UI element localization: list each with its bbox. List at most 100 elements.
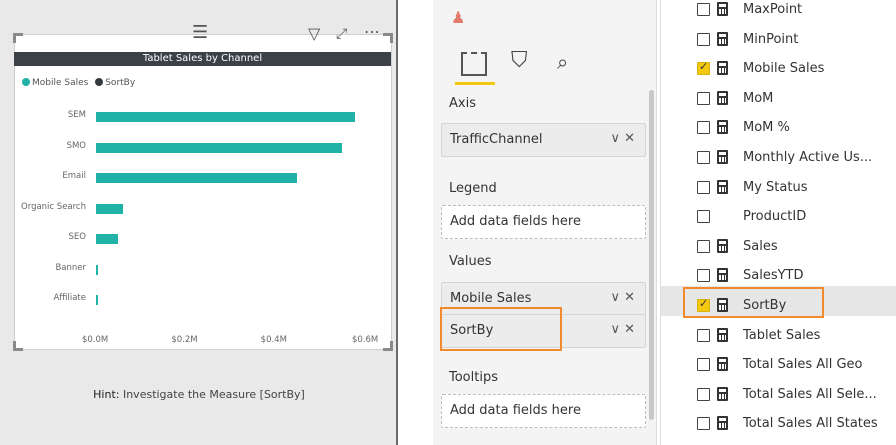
field-name: Total Sales All States <box>743 416 878 432</box>
axis-field-well[interactable]: TrafficChannel ∨ ✕ <box>441 123 646 157</box>
field-row[interactable]: Sales <box>661 233 896 262</box>
field-checkbox[interactable] <box>697 32 710 46</box>
field-checkbox[interactable] <box>697 60 710 76</box>
calculator-icon <box>717 386 728 401</box>
field-checkbox[interactable] <box>697 387 710 401</box>
hint-prefix: Hint: <box>93 388 120 401</box>
field-row[interactable]: My Status <box>661 174 896 203</box>
bar-smo[interactable] <box>96 142 342 153</box>
visualizations-pane: ♟ ⛉ ⌕ Axis TrafficChannel ∨ ✕ Legend Add… <box>433 0 657 445</box>
calculator-icon <box>717 357 728 372</box>
field-row[interactable]: Tablet Sales <box>661 322 896 351</box>
field-checkbox[interactable] <box>697 239 710 253</box>
axis-field-name: TrafficChannel <box>450 132 543 147</box>
category-tick-label: SEO <box>68 232 86 242</box>
calculator-icon <box>717 327 728 342</box>
category-tick-label: Banner <box>55 262 86 273</box>
format-paint-roller-icon[interactable]: ⛉ <box>511 48 528 73</box>
field-name: Tablet Sales <box>743 327 821 343</box>
bar-organic-search[interactable] <box>96 203 123 214</box>
field-name: ProductID <box>743 209 807 225</box>
field-checkbox[interactable] <box>697 328 710 342</box>
bar-sem[interactable] <box>96 112 356 122</box>
field-checkbox[interactable] <box>697 210 710 224</box>
field-name: SalesYTD <box>743 268 804 284</box>
field-name: My Status <box>743 179 808 195</box>
field-checkbox[interactable] <box>697 417 710 431</box>
x-tick-label: $0.2M <box>171 335 198 345</box>
hint-text: Hint: Investigate the Measure [SortBy] <box>0 388 398 401</box>
values-section-label: Values <box>449 254 492 269</box>
values-field-name: Mobile Sales <box>450 291 532 306</box>
calculator-icon <box>717 31 728 46</box>
field-name: MoM % <box>743 120 790 136</box>
field-name: Mobile Sales <box>743 61 825 77</box>
field-chip-controls[interactable]: ∨ ✕ <box>610 322 635 337</box>
calculator-icon <box>717 268 728 283</box>
bar-affiliate[interactable] <box>96 295 99 305</box>
field-chip-controls[interactable]: ∨ ✕ <box>610 131 635 146</box>
x-tick-label: $0.6M <box>352 335 379 345</box>
field-name: Total Sales All Sele... <box>743 386 877 402</box>
field-chip-controls[interactable]: ∨ ✕ <box>610 290 635 305</box>
field-name: MaxPoint <box>743 2 803 17</box>
legend-drop-well[interactable]: Add data fields here <box>441 205 646 239</box>
x-tick-label: $0.4M <box>260 335 287 345</box>
field-name: Monthly Active Us... <box>743 150 873 165</box>
active-tab-indicator <box>455 82 495 85</box>
fields-list: MaxPoint MinPoint Mobile Sales MoM MoM % Mont… <box>660 0 896 445</box>
field-row[interactable]: Total Sales All Geo <box>661 351 896 380</box>
bar-banner[interactable] <box>96 264 99 275</box>
field-row[interactable]: Total Sales All States <box>661 410 896 439</box>
field-row[interactable]: MaxPoint <box>661 0 896 25</box>
field-checkbox[interactable] <box>697 358 710 372</box>
category-tick-label: SMO <box>66 140 86 151</box>
calculator-icon <box>717 120 728 135</box>
field-name: MoM <box>743 90 774 106</box>
legend-section-label: Legend <box>449 181 497 196</box>
tooltips-drop-well[interactable]: Add data fields here <box>441 394 646 428</box>
calculator-icon <box>717 90 728 105</box>
fields-tab-icon[interactable] <box>461 52 487 76</box>
tooltips-section-label: Tooltips <box>449 370 498 385</box>
category-tick-label: Email <box>62 171 86 181</box>
highlight-box-sortby-field <box>683 287 824 318</box>
field-name: Total Sales All Geo <box>743 357 863 373</box>
field-checkbox[interactable] <box>697 91 710 105</box>
axis-section-label: Axis <box>449 96 476 111</box>
field-checkbox[interactable] <box>697 151 710 164</box>
calculator-icon <box>717 61 728 76</box>
field-row[interactable]: Monthly Active Us... <box>661 144 896 173</box>
hint-body: Investigate the Measure [SortBy] <box>122 388 305 401</box>
field-checkbox[interactable] <box>697 121 710 135</box>
calculator-icon <box>717 179 728 194</box>
field-checkbox[interactable] <box>697 180 710 194</box>
calculator-icon <box>717 150 728 164</box>
legend-placeholder: Add data fields here <box>450 214 581 229</box>
category-tick-label: Organic Search <box>21 201 86 212</box>
field-row[interactable]: Mobile Sales <box>661 55 896 84</box>
tooltips-placeholder: Add data fields here <box>450 403 581 418</box>
field-checkbox[interactable] <box>697 3 710 16</box>
bar-email[interactable] <box>96 173 297 183</box>
field-row[interactable]: MoM % <box>661 114 896 143</box>
pane-scrollbar[interactable] <box>649 90 654 420</box>
field-name: Sales <box>743 238 778 254</box>
category-tick-label: Affiliate <box>53 293 86 303</box>
field-row[interactable]: ProductID <box>661 203 896 232</box>
plot-area: SEM SMO Email Organic Search SEO Banner Affili… <box>0 0 398 360</box>
category-tick-label: SEM <box>67 110 86 120</box>
field-row[interactable]: MinPoint <box>661 26 896 55</box>
analytics-magnifier-icon[interactable]: ⌕ <box>557 50 568 74</box>
highlight-box-sortby-value <box>440 307 562 351</box>
x-tick-label: $0.0M <box>82 335 109 345</box>
calculator-icon <box>717 238 728 253</box>
bar-seo[interactable] <box>96 234 119 244</box>
field-row[interactable]: MoM <box>661 85 896 114</box>
field-checkbox[interactable] <box>697 269 710 283</box>
calculator-icon <box>717 2 728 16</box>
visual-type-icon[interactable]: ♟ <box>451 8 465 27</box>
field-row[interactable]: Total Sales All Sele... <box>661 381 896 410</box>
calculator-icon <box>717 416 728 431</box>
field-name: MinPoint <box>743 31 799 47</box>
